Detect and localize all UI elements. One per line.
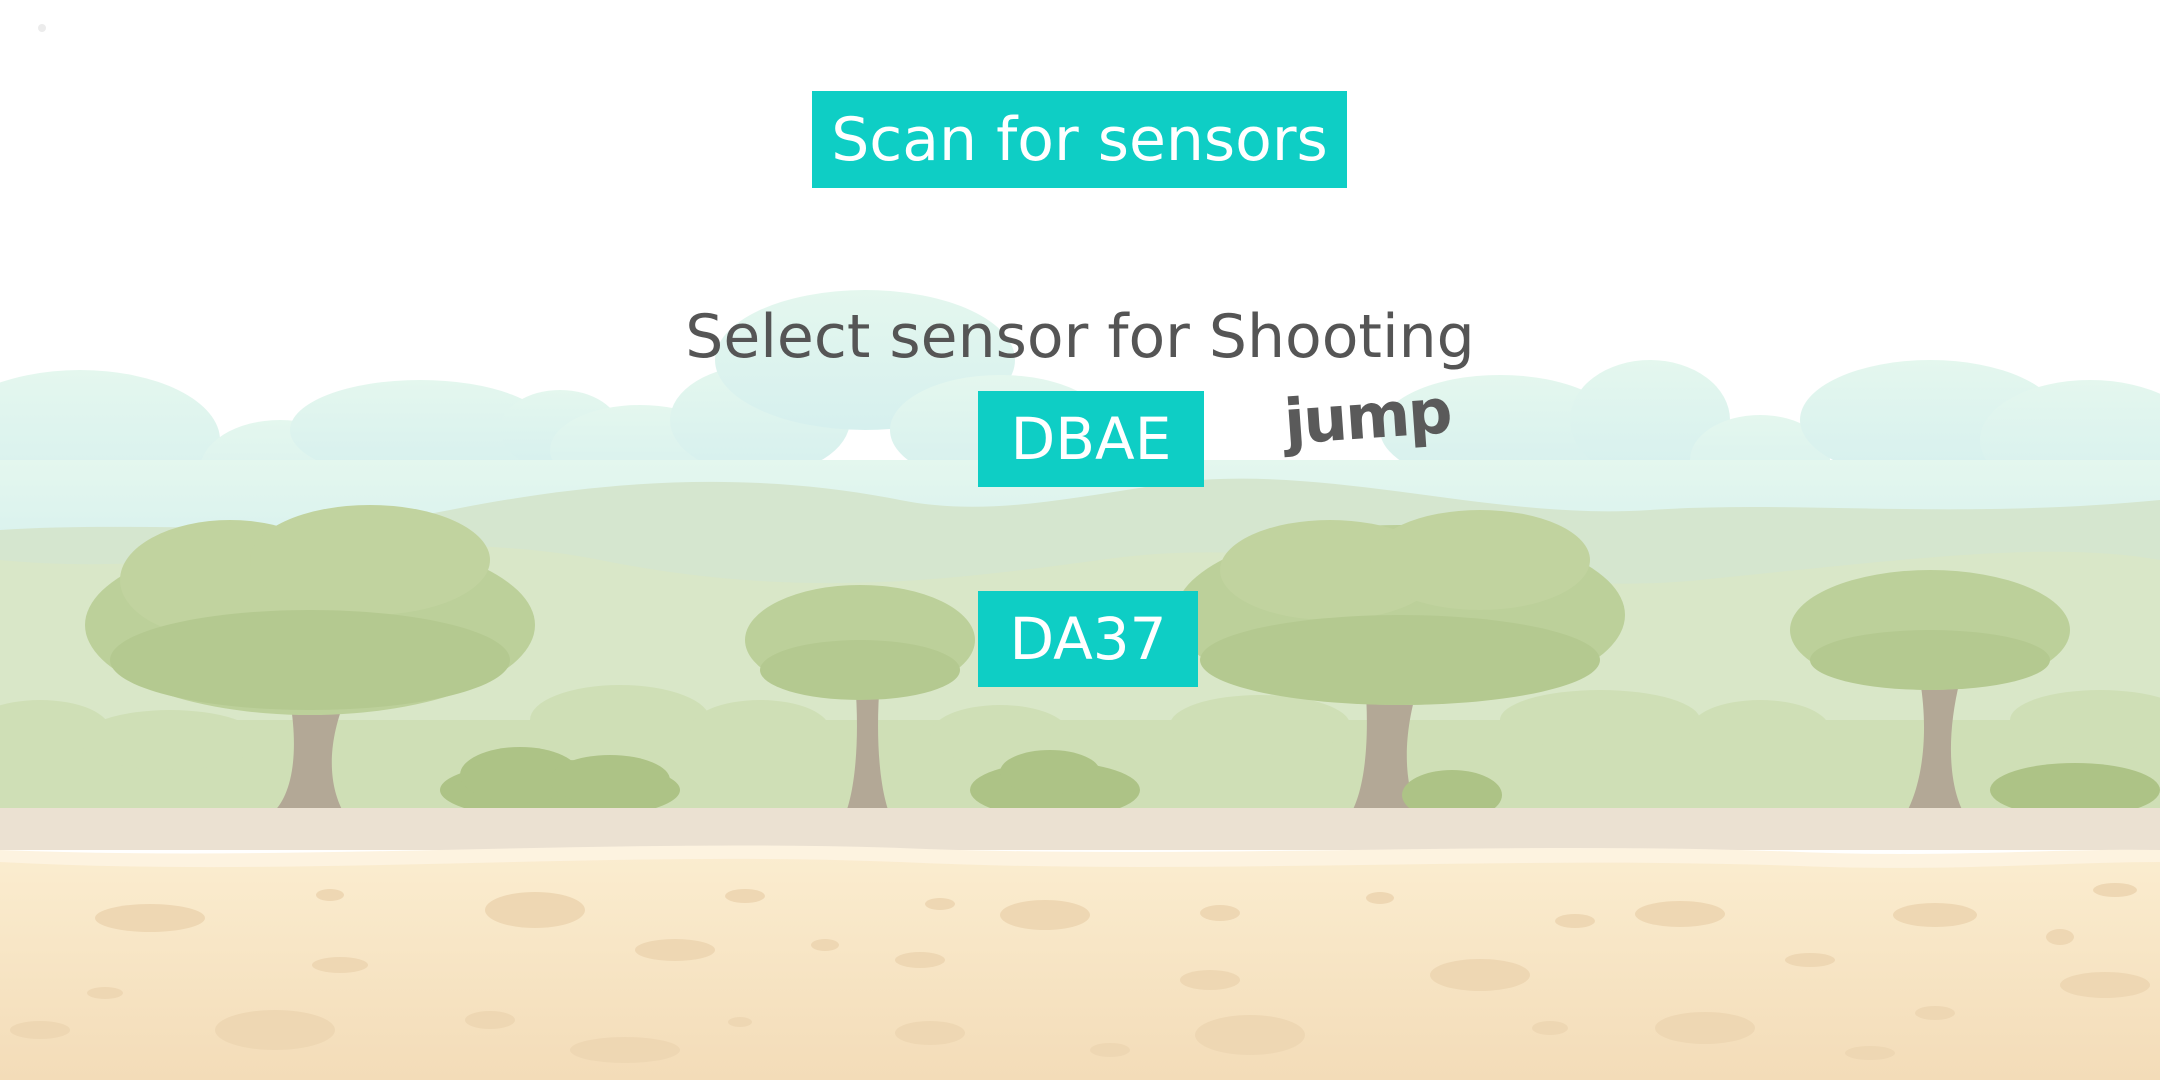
- dirt-path: [0, 808, 2160, 850]
- select-sensor-heading: Select sensor for Shooting: [685, 302, 1475, 372]
- sensor-button-dbae[interactable]: DBAE: [978, 391, 1204, 487]
- jump-label: jump: [1281, 374, 1453, 459]
- corner-dot: [38, 24, 46, 32]
- sensor-button-da37[interactable]: DA37: [978, 591, 1198, 687]
- scan-for-sensors-button[interactable]: Scan for sensors: [812, 91, 1347, 188]
- game-screen: Scan for sensors Select sensor for Shoot…: [0, 0, 2160, 1080]
